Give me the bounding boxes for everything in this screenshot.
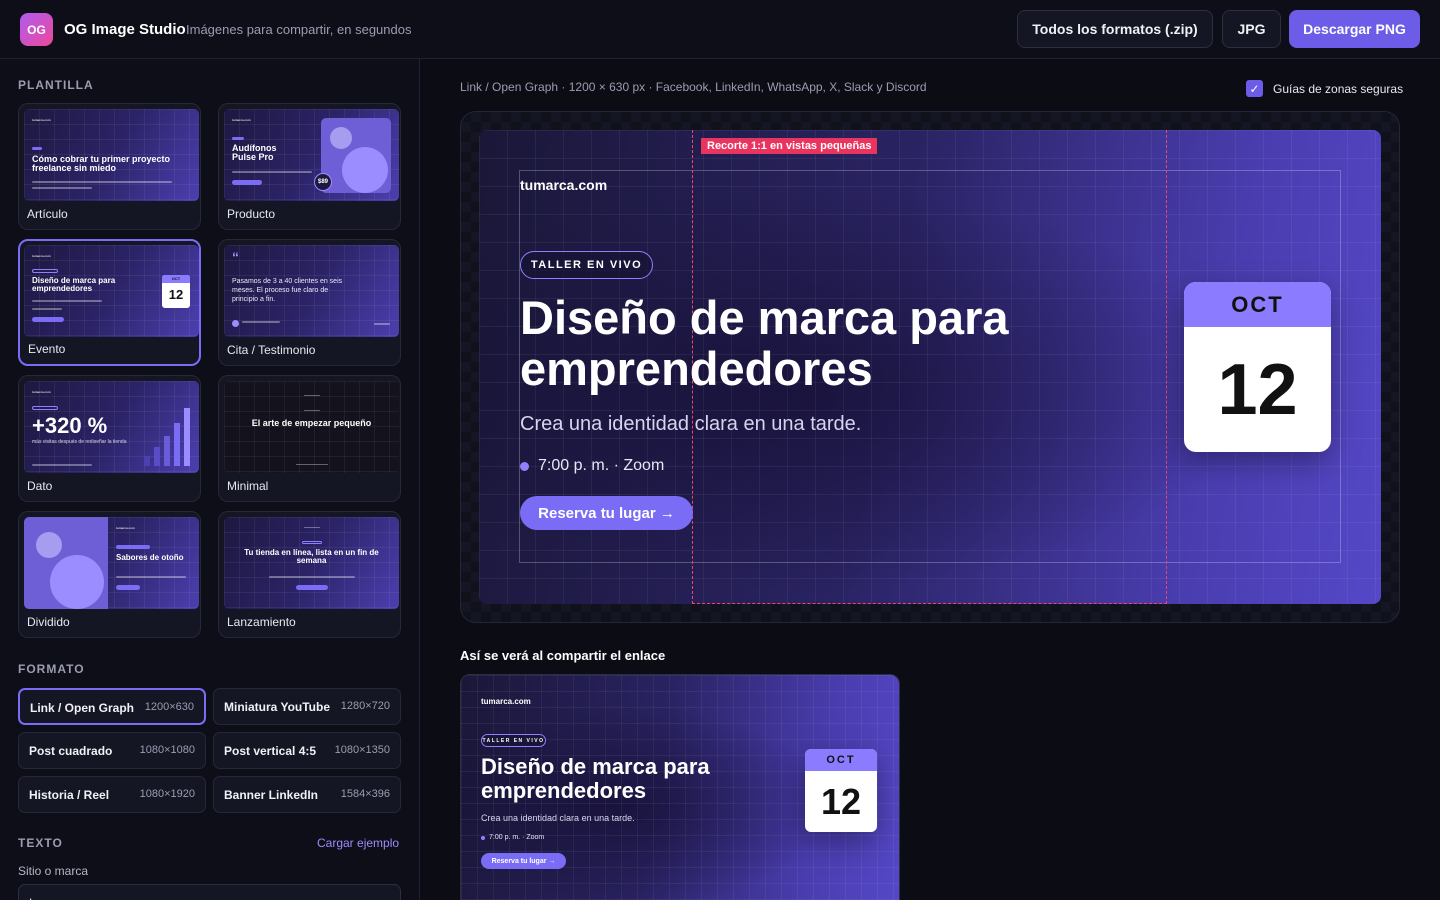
quote-icon: “: [232, 249, 239, 265]
format-square-post[interactable]: Post cuadrado 1080×1080: [18, 732, 206, 769]
template-name: Dividido: [27, 615, 70, 629]
template-name: Artículo: [27, 207, 68, 221]
app-title: OG Image Studio: [64, 21, 186, 38]
template-card-quote[interactable]: “ Pasamos de 3 a 40 clientes en seis mes…: [218, 239, 401, 366]
format-name: Post vertical 4:5: [224, 744, 317, 758]
format-name: Post cuadrado: [29, 744, 113, 758]
dot-icon: [481, 835, 485, 840]
format-name: Banner LinkedIn: [224, 788, 319, 802]
og-subtitle: Crea una identidad clara en una tarde.: [481, 813, 635, 823]
template-thumb-title: El arte de empezar pequeño: [251, 418, 372, 428]
og-when: 7:00 p. m. · Zoom: [520, 457, 664, 475]
format-size: 1584×396: [340, 788, 390, 800]
format-link-open-graph[interactable]: Link / Open Graph 1200×630: [18, 688, 206, 725]
format-youtube-thumbnail[interactable]: Miniatura YouTube 1280×720: [213, 688, 401, 725]
price-badge: $89: [314, 173, 332, 191]
load-sample-link[interactable]: Cargar ejemplo: [317, 836, 399, 850]
crop-tag: Recorte 1:1 en vistas pequeñas: [701, 138, 878, 154]
template-thumb-title: +320 %: [32, 413, 108, 438]
format-section-label: FORMATO: [18, 662, 85, 676]
template-card-launch[interactable]: Tu tienda en línea, lista en un fin de s…: [218, 511, 401, 638]
template-thumb-subtitle: más visitas después de rediseñar la tien…: [32, 439, 127, 445]
og-badge: TALLER EN VIVO: [481, 734, 546, 747]
template-thumb-title: Cómo cobrar tu primer proyecto freelance…: [32, 154, 171, 174]
calendar-icon: OCT 12: [1184, 282, 1331, 452]
checkbox-checked-icon[interactable]: ✓: [1246, 80, 1263, 97]
template-name: Producto: [227, 207, 276, 221]
og-canvas: Recorte 1:1 en vistas pequeñas tumarca.c…: [479, 130, 1381, 604]
template-thumbnail: El arte de empezar pequeño: [224, 381, 399, 473]
og-cta: Reserva tu lugar →: [520, 496, 693, 530]
template-thumbnail: Tu tienda en línea, lista en un fin de s…: [224, 517, 399, 609]
template-card-stat[interactable]: tumarca.com +320 % más visitas después d…: [18, 375, 201, 502]
download-png-button[interactable]: Descargar PNG: [1289, 10, 1420, 48]
app-logo: OG: [20, 13, 53, 46]
template-card-event[interactable]: tumarca.com Diseño de marca para emprend…: [18, 239, 201, 366]
template-thumb-title: Audífonos Pulse Pro: [232, 143, 277, 163]
template-card-split[interactable]: tumarca.com Sabores de otoño Dividido: [18, 511, 201, 638]
template-name: Minimal: [227, 479, 269, 493]
format-size: 1280×720: [340, 700, 390, 712]
template-name: Dato: [27, 479, 53, 493]
og-when: 7:00 p. m. · Zoom: [481, 834, 544, 841]
template-card-product[interactable]: tumarca.com Audífonos Pulse Pro $89 Prod…: [218, 103, 401, 230]
format-name: Link / Open Graph: [30, 701, 135, 715]
template-section-label: PLANTILLA: [18, 78, 94, 92]
share-preview-card: tumarca.com TALLER EN VIVO Diseño de mar…: [460, 674, 900, 900]
template-name: Evento: [28, 342, 66, 356]
format-vertical-post[interactable]: Post vertical 4:5 1080×1350: [213, 732, 401, 769]
template-thumbnail: tumarca.com Diseño de marca para emprend…: [24, 245, 199, 337]
og-title: Diseño de marca para emprendedores: [481, 754, 710, 803]
calendar-icon: OCT 12: [805, 749, 877, 832]
format-story-reel[interactable]: Historia / Reel 1080×1920: [18, 776, 206, 813]
template-thumb-title: Diseño de marca para emprendedores: [32, 276, 116, 294]
format-size: 1080×1350: [334, 744, 390, 756]
template-card-minimal[interactable]: El arte de empezar pequeño Minimal: [218, 375, 401, 502]
template-thumb-title: Pasamos de 3 a 40 clientes en seis meses…: [232, 278, 343, 304]
og-brand: tumarca.com: [481, 697, 531, 706]
sidebar: PLANTILLA tumarca.com Cómo cobrar tu pri…: [0, 59, 420, 900]
safe-zone-toggle[interactable]: ✓ Guías de zonas seguras: [1246, 80, 1403, 97]
format-meta: Link / Open Graph · 1200 × 630 px · Face…: [460, 80, 927, 94]
safe-zone-label: Guías de zonas seguras: [1273, 81, 1404, 96]
template-name: Lanzamiento: [227, 615, 296, 629]
app-tagline: Imágenes para compartir, en segundos: [186, 22, 412, 37]
template-name: Cita / Testimonio: [227, 343, 316, 357]
share-preview-heading: Así se verá al compartir el enlace: [460, 648, 666, 663]
template-card-article[interactable]: tumarca.com Cómo cobrar tu primer proyec…: [18, 103, 201, 230]
format-size: 1080×1920: [139, 788, 195, 800]
format-linkedin-banner[interactable]: Banner LinkedIn 1584×396: [213, 776, 401, 813]
template-thumb-title: Sabores de otoño: [116, 553, 184, 562]
template-thumbnail: tumarca.com Audífonos Pulse Pro $89: [224, 109, 399, 201]
template-thumb-title: Tu tienda en línea, lista en un fin de s…: [244, 548, 379, 566]
dot-icon: [520, 461, 529, 471]
template-thumbnail: tumarca.com +320 % más visitas después d…: [24, 381, 199, 473]
download-zip-button[interactable]: Todos los formatos (.zip): [1017, 10, 1213, 48]
download-jpg-button[interactable]: JPG: [1222, 10, 1281, 48]
format-name: Miniatura YouTube: [224, 700, 331, 714]
top-bar: OG OG Image Studio Imágenes para compart…: [0, 0, 1440, 59]
template-thumbnail: tumarca.com Sabores de otoño: [24, 517, 199, 609]
text-section-label: TEXTO: [18, 836, 63, 850]
og-subtitle: Crea una identidad clara en una tarde.: [520, 413, 862, 435]
og-badge: TALLER EN VIVO: [520, 251, 653, 279]
site-field-label: Sitio o marca: [18, 864, 89, 878]
format-size: 1080×1080: [139, 744, 195, 756]
format-name: Historia / Reel: [29, 788, 110, 802]
og-brand: tumarca.com: [520, 177, 608, 193]
og-cta: Reserva tu lugar →: [481, 853, 566, 869]
format-size: 1200×630: [144, 701, 194, 713]
site-input[interactable]: [18, 884, 401, 900]
template-thumbnail: “ Pasamos de 3 a 40 clientes en seis mes…: [224, 245, 399, 337]
og-title: Diseño de marca para emprendedores: [520, 291, 1009, 395]
template-thumbnail: tumarca.com Cómo cobrar tu primer proyec…: [24, 109, 199, 201]
